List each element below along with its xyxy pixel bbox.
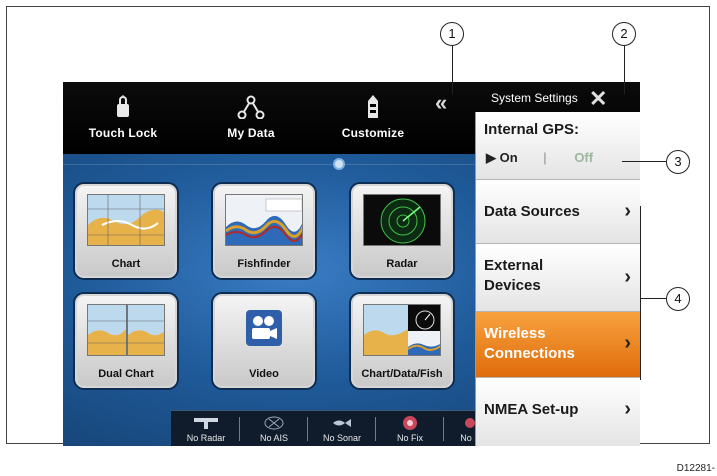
- internal-gps-toggle[interactable]: ▶ On | Off: [486, 150, 593, 166]
- touch-lock-icon: [63, 88, 183, 126]
- callout-leader-1: [452, 44, 453, 94]
- page-indicator-dot[interactable]: [333, 158, 345, 170]
- menu-item-label: External Devices: [484, 257, 544, 294]
- close-icon[interactable]: ✕: [589, 86, 607, 112]
- my-data-button[interactable]: My Data: [191, 88, 311, 140]
- chart-thumbnail: [87, 194, 165, 246]
- app-tile-label: Chart/Data/Fish: [361, 368, 443, 380]
- menu-item-label: NMEA Set-up: [484, 401, 579, 418]
- app-tile-fishfinder[interactable]: Fishfinder: [213, 184, 315, 278]
- callout-1: 1: [440, 22, 464, 46]
- chart-data-fish-thumbnail: [363, 304, 441, 356]
- app-tile-label: Video: [249, 368, 279, 380]
- status-item-ais[interactable]: No AIS: [243, 413, 305, 443]
- radar-thumbnail: [363, 194, 441, 246]
- menu-item-wireless-connections[interactable]: Wireless Connections ›: [476, 312, 640, 378]
- status-item-radar[interactable]: No Radar: [175, 413, 237, 443]
- menu-item-label: Wireless Connections: [484, 325, 575, 362]
- menu-item-external-devices[interactable]: External Devices ›: [476, 244, 640, 312]
- radar-status-icon: [175, 413, 237, 433]
- app-tile-chart-data-fish[interactable]: Chart/Data/Fish: [351, 294, 453, 388]
- internal-gps-label: Internal GPS:: [484, 121, 580, 138]
- app-tile-chart[interactable]: Chart: [75, 184, 177, 278]
- callout-leader-2: [624, 44, 625, 94]
- toggle-separator: |: [543, 150, 547, 165]
- chevron-right-icon: ›: [624, 398, 631, 420]
- status-item-sonar[interactable]: No Sonar: [311, 413, 373, 443]
- my-data-icon: [191, 88, 311, 126]
- dual-chart-thumbnail: [87, 304, 165, 356]
- chevron-right-icon: ›: [624, 200, 631, 222]
- system-settings-panel: Internal GPS: ▶ On | Off Data Sources › …: [475, 112, 640, 446]
- app-tile-label: Radar: [386, 258, 418, 270]
- chevron-right-icon: ›: [624, 266, 631, 288]
- callout-3: 3: [666, 150, 690, 174]
- sonar-status-icon: [311, 413, 373, 433]
- status-label: No AIS: [259, 433, 288, 443]
- app-tile-dual-chart[interactable]: Dual Chart: [75, 294, 177, 388]
- my-data-label: My Data: [227, 126, 275, 140]
- menu-item-nmea-setup[interactable]: NMEA Set-up ›: [476, 378, 640, 446]
- internal-gps-setting: Internal GPS: ▶ On | Off: [476, 112, 640, 180]
- collapse-panel-chevron-icon[interactable]: «: [435, 90, 447, 116]
- customize-icon: [313, 88, 433, 126]
- callout-leader-3: [622, 161, 666, 162]
- app-tile-label: Fishfinder: [237, 258, 291, 270]
- video-camera-icon: [225, 304, 303, 356]
- menu-item-data-sources[interactable]: Data Sources ›: [476, 180, 640, 244]
- callout-4: 4: [666, 287, 690, 311]
- status-divider: [239, 417, 240, 441]
- touch-lock-label: Touch Lock: [88, 126, 158, 140]
- chevron-right-icon: ›: [624, 332, 631, 354]
- app-tile-label: Chart: [111, 258, 141, 270]
- callout-bracket-4: [640, 206, 641, 380]
- customize-label: Customize: [341, 126, 405, 140]
- callout-leader-4: [640, 298, 666, 299]
- fishfinder-thumbnail: [225, 194, 303, 246]
- status-divider: [375, 417, 376, 441]
- system-settings-title: System Settings: [491, 91, 578, 105]
- app-tile-radar[interactable]: Radar: [351, 184, 453, 278]
- display-screen: Touch Lock My Data Customize « Chart Fis…: [63, 82, 640, 446]
- status-item-fix[interactable]: No Fix: [379, 413, 441, 443]
- toggle-off-option[interactable]: Off: [574, 150, 593, 165]
- status-label: No Sonar: [322, 433, 362, 443]
- ais-status-icon: [243, 413, 305, 433]
- drawing-id: D12281-: [676, 463, 715, 474]
- app-tile-label: Dual Chart: [98, 368, 154, 380]
- menu-item-label: Data Sources: [484, 203, 580, 220]
- status-label: No Fix: [396, 433, 423, 443]
- status-label: No Radar: [186, 433, 226, 443]
- app-tile-video[interactable]: Video: [213, 294, 315, 388]
- gps-status-icon: [379, 413, 441, 433]
- toggle-on-option[interactable]: ▶ On: [486, 150, 518, 165]
- callout-2: 2: [612, 22, 636, 46]
- touch-lock-button[interactable]: Touch Lock: [63, 88, 183, 140]
- status-divider: [307, 417, 308, 441]
- customize-button[interactable]: Customize: [313, 88, 433, 140]
